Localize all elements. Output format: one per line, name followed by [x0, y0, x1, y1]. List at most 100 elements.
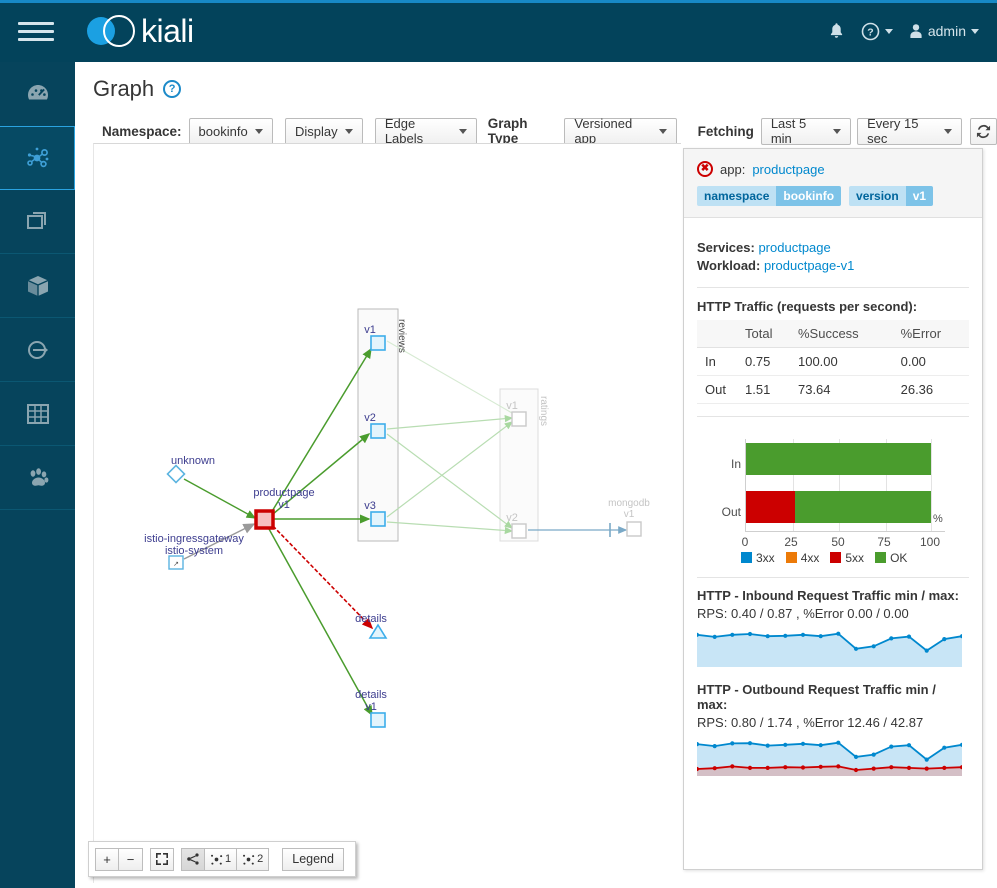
layout-graph-icon — [211, 854, 223, 865]
legend-ok-label: OK — [890, 551, 908, 565]
duration-dropdown[interactable]: Last 5 min — [760, 116, 852, 146]
legend-button[interactable]: Legend — [282, 847, 344, 871]
graph-type-value: Versioned app — [574, 116, 633, 146]
sidebar-item-overview[interactable] — [0, 62, 75, 126]
hamburger-icon[interactable] — [18, 18, 54, 44]
chevron-down-icon — [254, 128, 263, 134]
group-label-reviews: reviews — [396, 319, 407, 353]
edge-labels-dropdown[interactable]: Edge Labels — [374, 116, 478, 146]
namespace-value: bookinfo — [198, 123, 248, 139]
edge-labels-label: Edge Labels — [384, 116, 424, 146]
xtick-75: 75 — [877, 535, 891, 549]
http-traffic-table: Total %Success %Error In 0.75 100.00 0.0… — [697, 320, 969, 404]
layout-2-button[interactable]: 2 — [237, 847, 270, 871]
cell-direction: Out — [697, 375, 741, 404]
sidebar-item-workloads[interactable] — [0, 254, 75, 318]
refresh-icon — [976, 124, 990, 138]
help-icon[interactable]: ? — [163, 80, 182, 98]
refresh-button[interactable] — [969, 117, 997, 145]
http-traffic-title: HTTP Traffic (requests per second): — [697, 299, 918, 314]
masthead: kiali ? admin — [0, 0, 997, 62]
chevron-down-icon — [971, 28, 979, 34]
xtick-50: 50 — [831, 535, 845, 549]
sidebar-item-istio-config[interactable] — [0, 382, 75, 446]
table-icon — [26, 403, 49, 424]
bar-row-in — [746, 443, 931, 475]
http-status-bar-chart: In Out % 0 25 50 75 100 3xx 4xx 5xx OK — [697, 431, 969, 571]
legend-5xx-label: 5xx — [845, 551, 865, 565]
sidebar-item-graph[interactable] — [0, 126, 75, 190]
inbound-sparkline — [694, 631, 965, 667]
workloads-cube-icon — [27, 275, 48, 296]
interval-value: Every 15 sec — [867, 116, 919, 146]
chevron-down-icon — [944, 128, 953, 134]
help-menu[interactable]: ? — [861, 22, 893, 41]
kiali-logo[interactable]: kiali — [87, 13, 194, 50]
namespace-dropdown[interactable]: bookinfo — [188, 117, 273, 145]
interval-dropdown[interactable]: Every 15 sec — [857, 116, 963, 146]
paw-icon — [30, 467, 48, 486]
fit-to-screen-button[interactable] — [150, 847, 174, 871]
cell-success: 73.64 — [793, 375, 897, 404]
cell-total: 1.51 — [741, 375, 794, 404]
xtick-0: 0 — [741, 535, 749, 549]
graph-icon — [27, 147, 49, 168]
badge-version-key: version — [849, 186, 906, 206]
zoom-in-button[interactable]: + — [95, 847, 119, 871]
th-error: %Error — [896, 320, 969, 348]
bar-seg-ok — [794, 491, 931, 523]
bar-seg-ok — [746, 443, 931, 475]
inbound-title: HTTP - Inbound Request Traffic min / max… — [697, 588, 959, 603]
graph-type-dropdown[interactable]: Versioned app — [564, 116, 677, 146]
cell-error: 26.36 — [896, 375, 969, 404]
chevron-down-icon — [833, 128, 842, 134]
dashboard-icon — [27, 85, 48, 100]
inbound-subtitle: RPS: 0.40 / 0.87 , %Error 0.00 / 0.00 — [697, 606, 909, 621]
zoom-out-button[interactable]: − — [119, 847, 143, 871]
services-row: Services: productpage — [697, 240, 969, 255]
fetching-label: Fetching — [697, 123, 754, 139]
badge-version-value: v1 — [905, 186, 934, 206]
summary-panel: ✖ app: productpage namespace bookinfo ve… — [683, 148, 983, 870]
divider — [697, 577, 969, 578]
legend-4xx[interactable]: 4xx — [785, 551, 820, 565]
bar-seg-5xx — [746, 491, 795, 523]
bell-icon[interactable] — [828, 22, 845, 40]
summary-panel-body: Services: productpage Workload: productp… — [684, 218, 982, 779]
sidebar-item-services[interactable] — [0, 318, 75, 382]
legend-4xx-label: 4xx — [800, 551, 820, 565]
divider — [697, 287, 969, 288]
legend-3xx[interactable]: 3xx — [741, 551, 775, 565]
chevron-down-icon — [658, 128, 667, 134]
bar-label-out: Out — [721, 505, 741, 519]
group-label-ratings: ratings — [538, 396, 549, 427]
bar-plot-area — [745, 439, 932, 531]
xtick-100: 100 — [919, 535, 941, 549]
sidebar-item-distributed-tracing[interactable] — [0, 446, 75, 510]
layout-dagre-icon — [187, 853, 199, 865]
workload-link[interactable]: productpage-v1 — [764, 258, 854, 273]
layout-1-button[interactable]: 1 — [205, 847, 238, 871]
bar-x-unit: % — [933, 513, 943, 525]
graph-type-label: Graph Type — [487, 116, 528, 146]
outbound-title: HTTP - Outbound Request Traffic min / ma… — [697, 682, 936, 712]
sidebar — [0, 62, 75, 888]
duration-value: Last 5 min — [770, 116, 807, 146]
namespace-label: Namespace: — [102, 123, 182, 139]
summary-app-link[interactable]: productpage — [752, 162, 824, 177]
layout-2-label: 2 — [257, 853, 264, 865]
graph-toolbar: Namespace: bookinfo Display Edge Labels … — [75, 102, 997, 146]
services-link[interactable]: productpage — [758, 240, 830, 255]
error-circle-icon: ✖ — [697, 161, 713, 177]
summary-app-prefix: app: — [720, 161, 746, 177]
user-menu[interactable]: admin — [909, 23, 979, 39]
page-title: Graph ? — [93, 76, 997, 102]
outbound-sparkline — [694, 740, 965, 776]
sidebar-item-applications[interactable] — [0, 190, 75, 254]
layout-default-button[interactable] — [181, 847, 205, 871]
legend-5xx[interactable]: 5xx — [830, 551, 864, 565]
display-dropdown[interactable]: Display — [284, 117, 363, 145]
display-label: Display — [294, 123, 338, 139]
graph-canvas[interactable]: ↗ unknown istio-ingressgateway istio-syst… — [93, 143, 681, 883]
legend-ok[interactable]: OK — [875, 551, 907, 565]
